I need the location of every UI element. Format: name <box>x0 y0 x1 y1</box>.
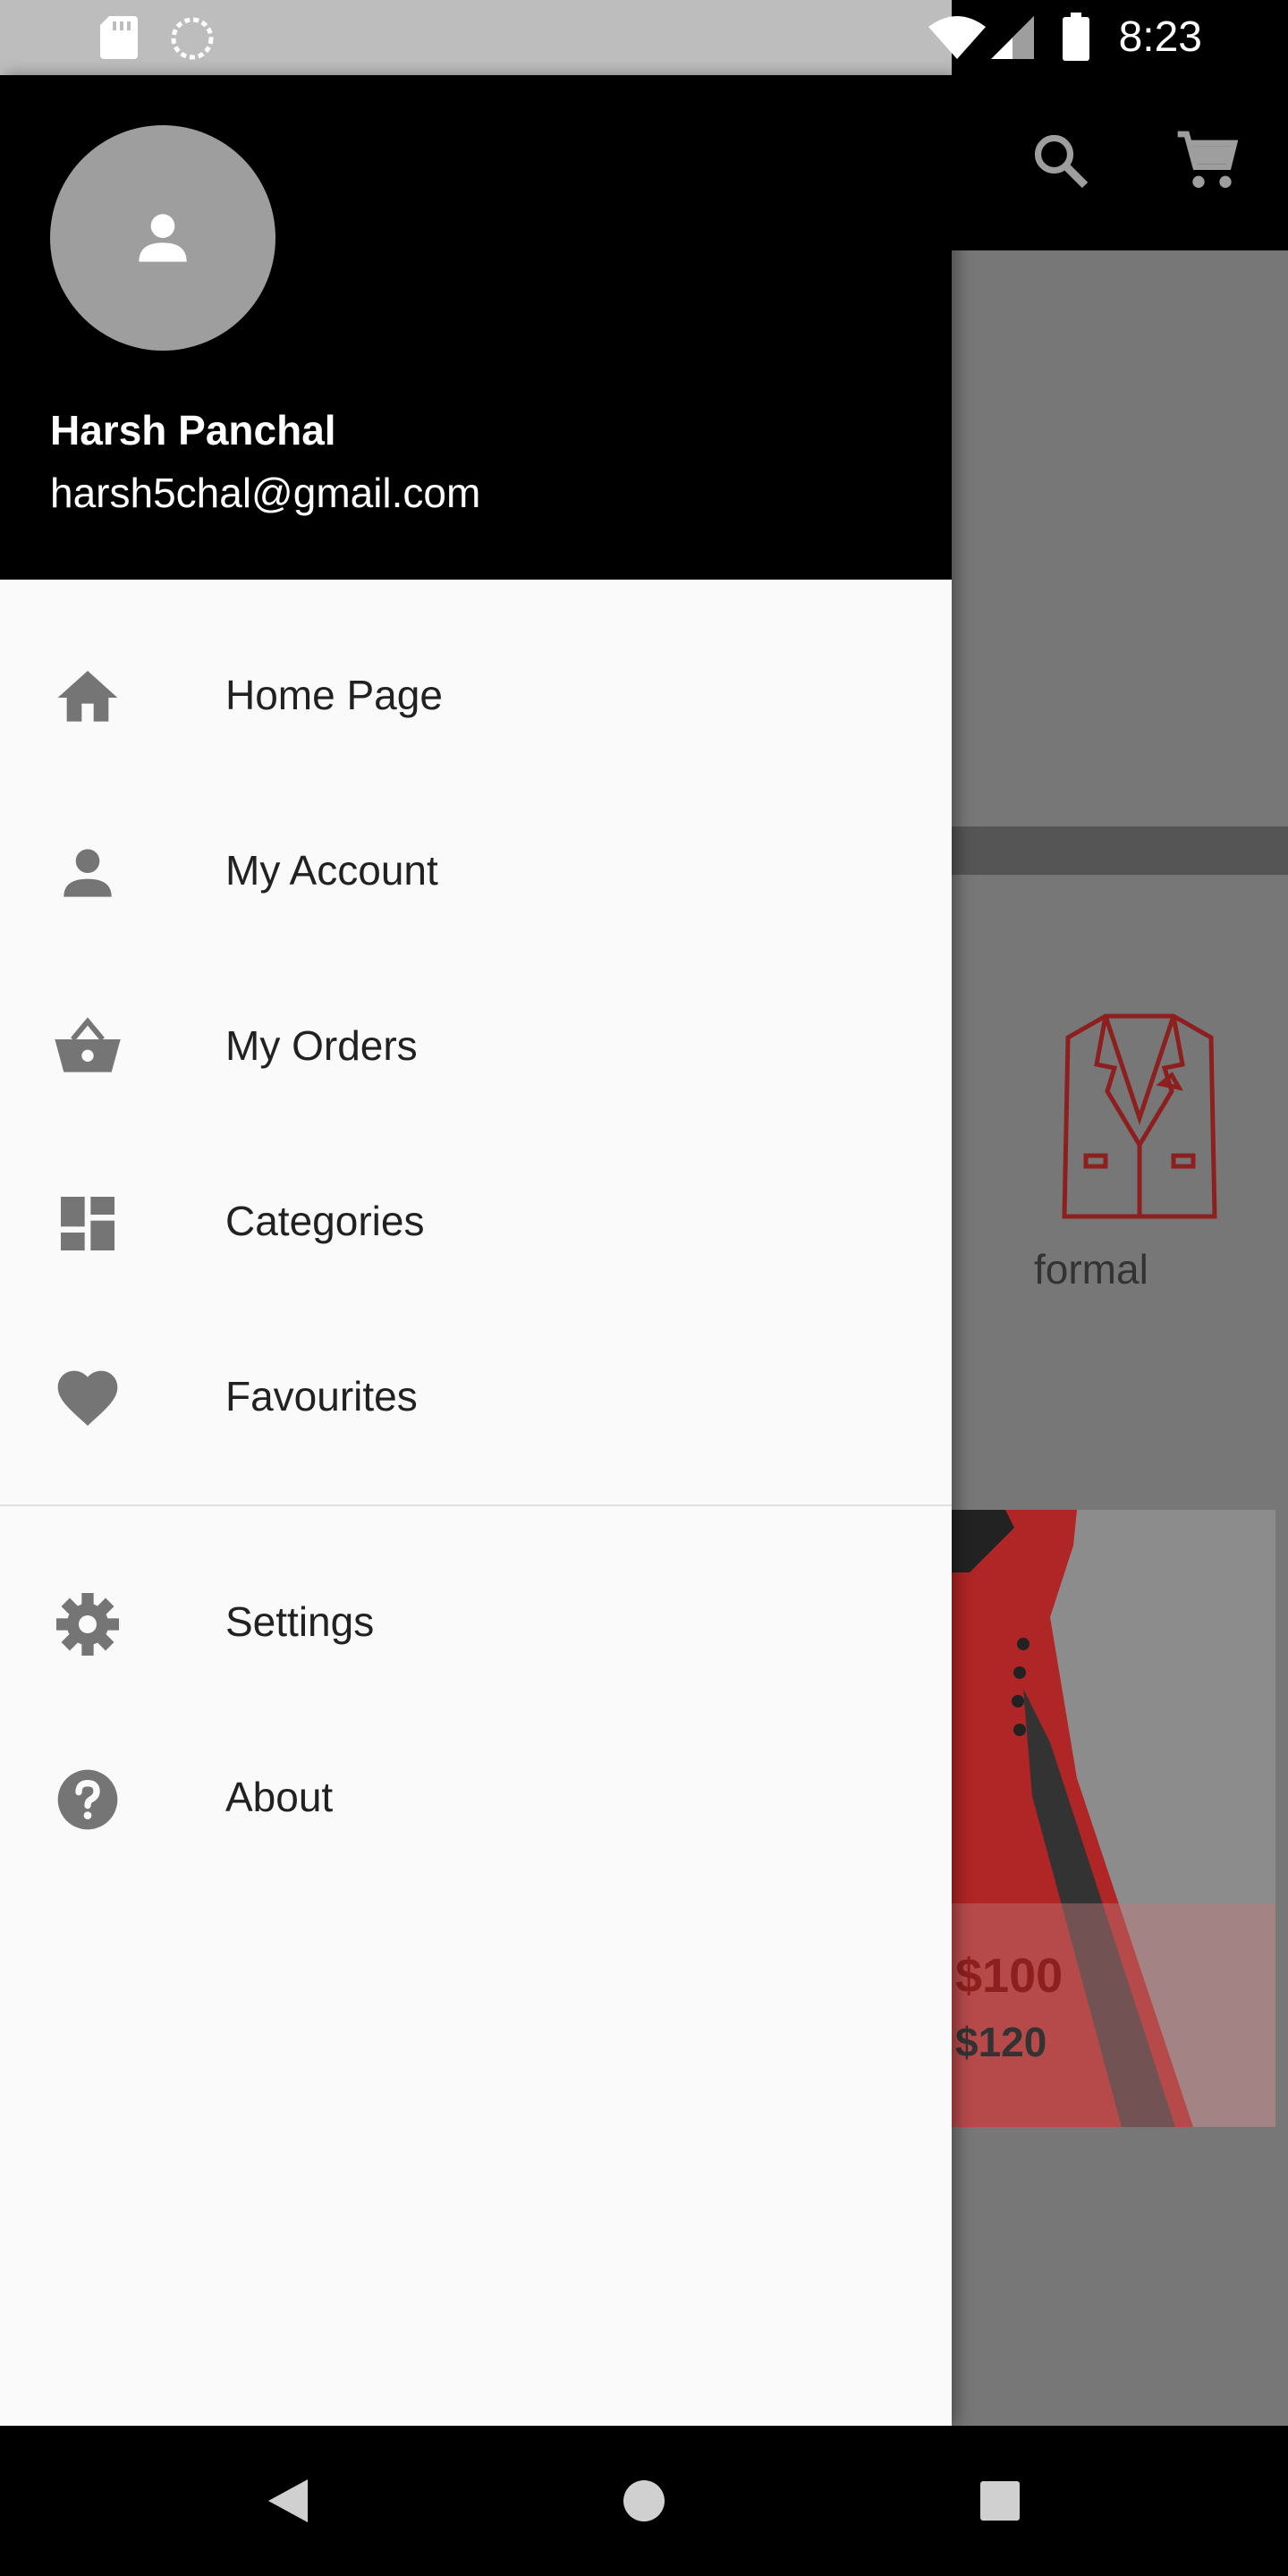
dashboard-icon <box>61 1197 114 1250</box>
product-old-price: $120 <box>955 2019 1047 2065</box>
basket-icon <box>55 1017 121 1072</box>
category-label: formal <box>1034 1246 1148 1292</box>
sync-icon <box>171 17 214 60</box>
menu-item-favourites[interactable]: Favourites <box>0 1308 952 1483</box>
menu-item-about[interactable]: About <box>0 1708 952 1884</box>
sd-card-icon <box>100 16 138 59</box>
search-icon[interactable] <box>1029 129 1093 193</box>
menu-item-my-orders[interactable]: My Orders <box>0 957 952 1132</box>
product-card[interactable]: $100 $120 <box>952 1510 1275 2127</box>
drawer-header: Harsh Panchal harsh5chal@gmail.com <box>0 75 952 580</box>
product-price: $100 <box>955 1949 1063 2003</box>
user-email: harsh5chal@gmail.com <box>50 470 481 516</box>
cart-icon[interactable] <box>1172 125 1243 197</box>
status-bar: 8:23 <box>0 0 1288 75</box>
navigation-drawer: Harsh Panchal harsh5chal@gmail.com Home … <box>0 75 952 2426</box>
clock-time: 8:23 <box>1118 13 1202 61</box>
menu-item-settings[interactable]: Settings <box>0 1533 952 1708</box>
menu-item-categories[interactable]: Categories <box>0 1132 952 1308</box>
recents-icon[interactable] <box>980 2481 1020 2521</box>
menu-divider <box>0 1504 952 1506</box>
menu-item-label: Home Page <box>225 672 443 718</box>
menu-item-home-page[interactable]: Home Page <box>0 606 952 782</box>
menu-item-label: My Account <box>225 847 438 894</box>
formal-jacket-icon <box>1062 1013 1217 1219</box>
background-divider-strip <box>952 826 1288 875</box>
wifi-icon <box>928 16 986 59</box>
menu-item-label: My Orders <box>225 1022 418 1069</box>
avatar[interactable] <box>50 125 275 351</box>
battery-icon <box>1063 13 1089 61</box>
person-icon <box>64 849 112 897</box>
person-icon <box>139 214 187 262</box>
gear-icon <box>56 1593 119 1656</box>
back-icon[interactable] <box>268 2479 308 2522</box>
menu-item-label: Categories <box>225 1198 425 1244</box>
system-nav-bar <box>0 2426 1288 2576</box>
help-icon <box>57 1769 118 1830</box>
heart-icon <box>57 1370 118 1426</box>
user-name: Harsh Panchal <box>50 407 336 453</box>
menu-item-label: Settings <box>225 1598 375 1645</box>
menu-item-label: About <box>225 1774 334 1820</box>
signal-icon <box>991 16 1034 59</box>
home-circle-icon[interactable] <box>623 2479 665 2522</box>
home-icon <box>57 671 118 722</box>
menu-item-my-account[interactable]: My Account <box>0 782 952 957</box>
menu-item-label: Favourites <box>225 1373 418 1419</box>
